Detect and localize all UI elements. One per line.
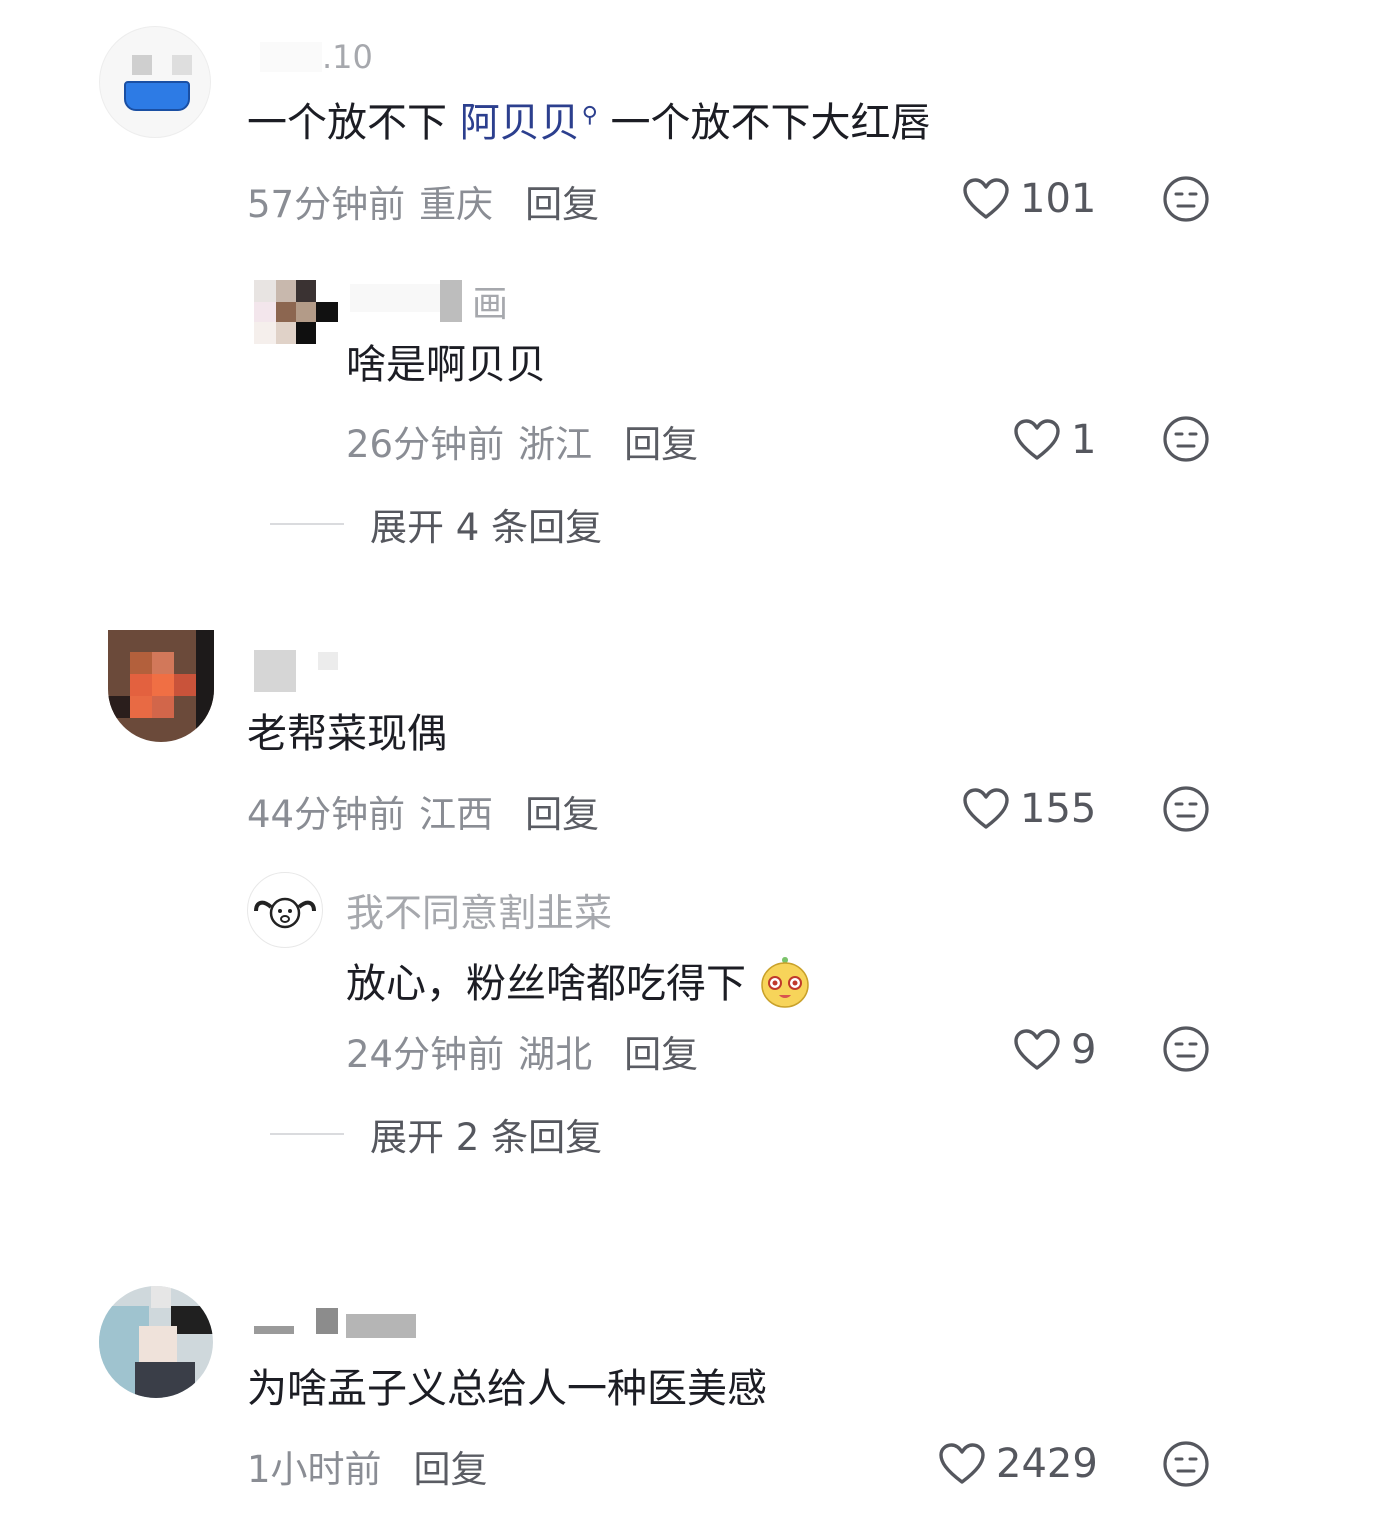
cartoon-face-emoji (760, 957, 809, 1008)
username-fragment: .10 (322, 38, 373, 76)
heart-outline-icon (963, 178, 1009, 219)
reply-meta: 26分钟前 浙江 回复 (346, 414, 698, 468)
neutral-face-icon[interactable] (1162, 1440, 1210, 1488)
username-redacted (254, 650, 296, 692)
timestamp: 24分钟前 (346, 1033, 505, 1076)
neutral-face-icon[interactable] (1162, 785, 1210, 833)
reply-text: 放心，粉丝啥都吃得下 (346, 953, 811, 1009)
like-button[interactable]: 101 (962, 176, 1096, 222)
like-button[interactable]: 155 (962, 786, 1096, 832)
like-count: 2429 (996, 1441, 1098, 1487)
heart-outline-icon (939, 1443, 985, 1484)
reply-avatar[interactable] (254, 280, 338, 344)
search-icon[interactable]: ⚲ (582, 103, 598, 128)
cartoon-avatar-icon (254, 897, 316, 929)
reply-username: 我不同意割韭菜 (346, 891, 613, 935)
neutral-face-icon[interactable] (1162, 175, 1210, 223)
username-redacted (318, 652, 338, 670)
location: 江西 (419, 793, 494, 836)
expand-replies-button[interactable]: 展开 2 条回复 (270, 1107, 602, 1161)
reply-text-content: 放心，粉丝啥都吃得下 (346, 961, 746, 1007)
heart-outline-icon (963, 788, 1009, 829)
timestamp: 44分钟前 (247, 793, 406, 836)
like-count: 101 (1020, 176, 1097, 222)
neutral-face-icon[interactable] (1162, 415, 1210, 463)
reply-button[interactable]: 回复 (414, 1439, 488, 1493)
username-redacted (260, 42, 322, 72)
reply-avatar[interactable] (247, 872, 323, 948)
neutral-face-icon[interactable] (1162, 1025, 1210, 1073)
location: 重庆 (419, 183, 494, 226)
reply-button[interactable]: 回复 (624, 414, 698, 468)
username-redacted (350, 284, 440, 312)
timestamp: 57分钟前 (247, 183, 406, 226)
reply-meta: 24分钟前 湖北 回复 (346, 1024, 698, 1078)
like-count: 9 (1071, 1027, 1097, 1073)
location: 湖北 (518, 1033, 593, 1076)
expand-replies-label: 展开 2 条回复 (370, 1116, 603, 1159)
location: 浙江 (518, 423, 593, 466)
divider (270, 523, 344, 525)
avatar[interactable] (108, 630, 214, 742)
comment-text: 为啥孟子义总给人一种医美感 (247, 1366, 767, 1412)
reply-button[interactable]: 回复 (525, 174, 599, 228)
comment-text: 一个放不下 阿贝贝⚲ 一个放不下大红唇 (247, 101, 931, 145)
timestamp: 1小时前 (247, 1448, 382, 1491)
expand-replies-label: 展开 4 条回复 (370, 506, 603, 549)
timestamp: 26分钟前 (346, 423, 505, 466)
comment-meta: 44分钟前 江西 回复 (247, 784, 599, 838)
avatar[interactable] (99, 26, 211, 138)
comment-meta: 1小时前 回复 (247, 1439, 488, 1493)
comment-meta: 57分钟前 重庆 回复 (247, 174, 599, 228)
expand-replies-button[interactable]: 展开 4 条回复 (270, 497, 602, 551)
comment-text: 老帮菜现偶 (247, 711, 447, 757)
like-count: 1 (1071, 417, 1097, 463)
reply-button[interactable]: 回复 (624, 1024, 698, 1078)
username-redacted (440, 280, 462, 322)
reply-text: 啥是啊贝贝 (346, 342, 546, 388)
reply-username-fragment: 画 (472, 284, 509, 325)
like-button[interactable]: 1 (1013, 417, 1096, 463)
like-button[interactable]: 9 (1013, 1027, 1096, 1073)
avatar[interactable] (99, 1286, 213, 1398)
reply-button[interactable]: 回复 (525, 784, 599, 838)
heart-outline-icon (1014, 419, 1060, 460)
heart-outline-icon (1014, 1029, 1060, 1070)
username-redacted (250, 1306, 450, 1338)
like-button[interactable]: 2429 (938, 1441, 1098, 1487)
comment-text-after: 一个放不下大红唇 (597, 100, 931, 146)
mention-link[interactable]: 阿贝贝 (460, 100, 580, 146)
divider (270, 1133, 344, 1135)
like-count: 155 (1020, 786, 1097, 832)
comment-text-before: 一个放不下 (247, 100, 460, 146)
